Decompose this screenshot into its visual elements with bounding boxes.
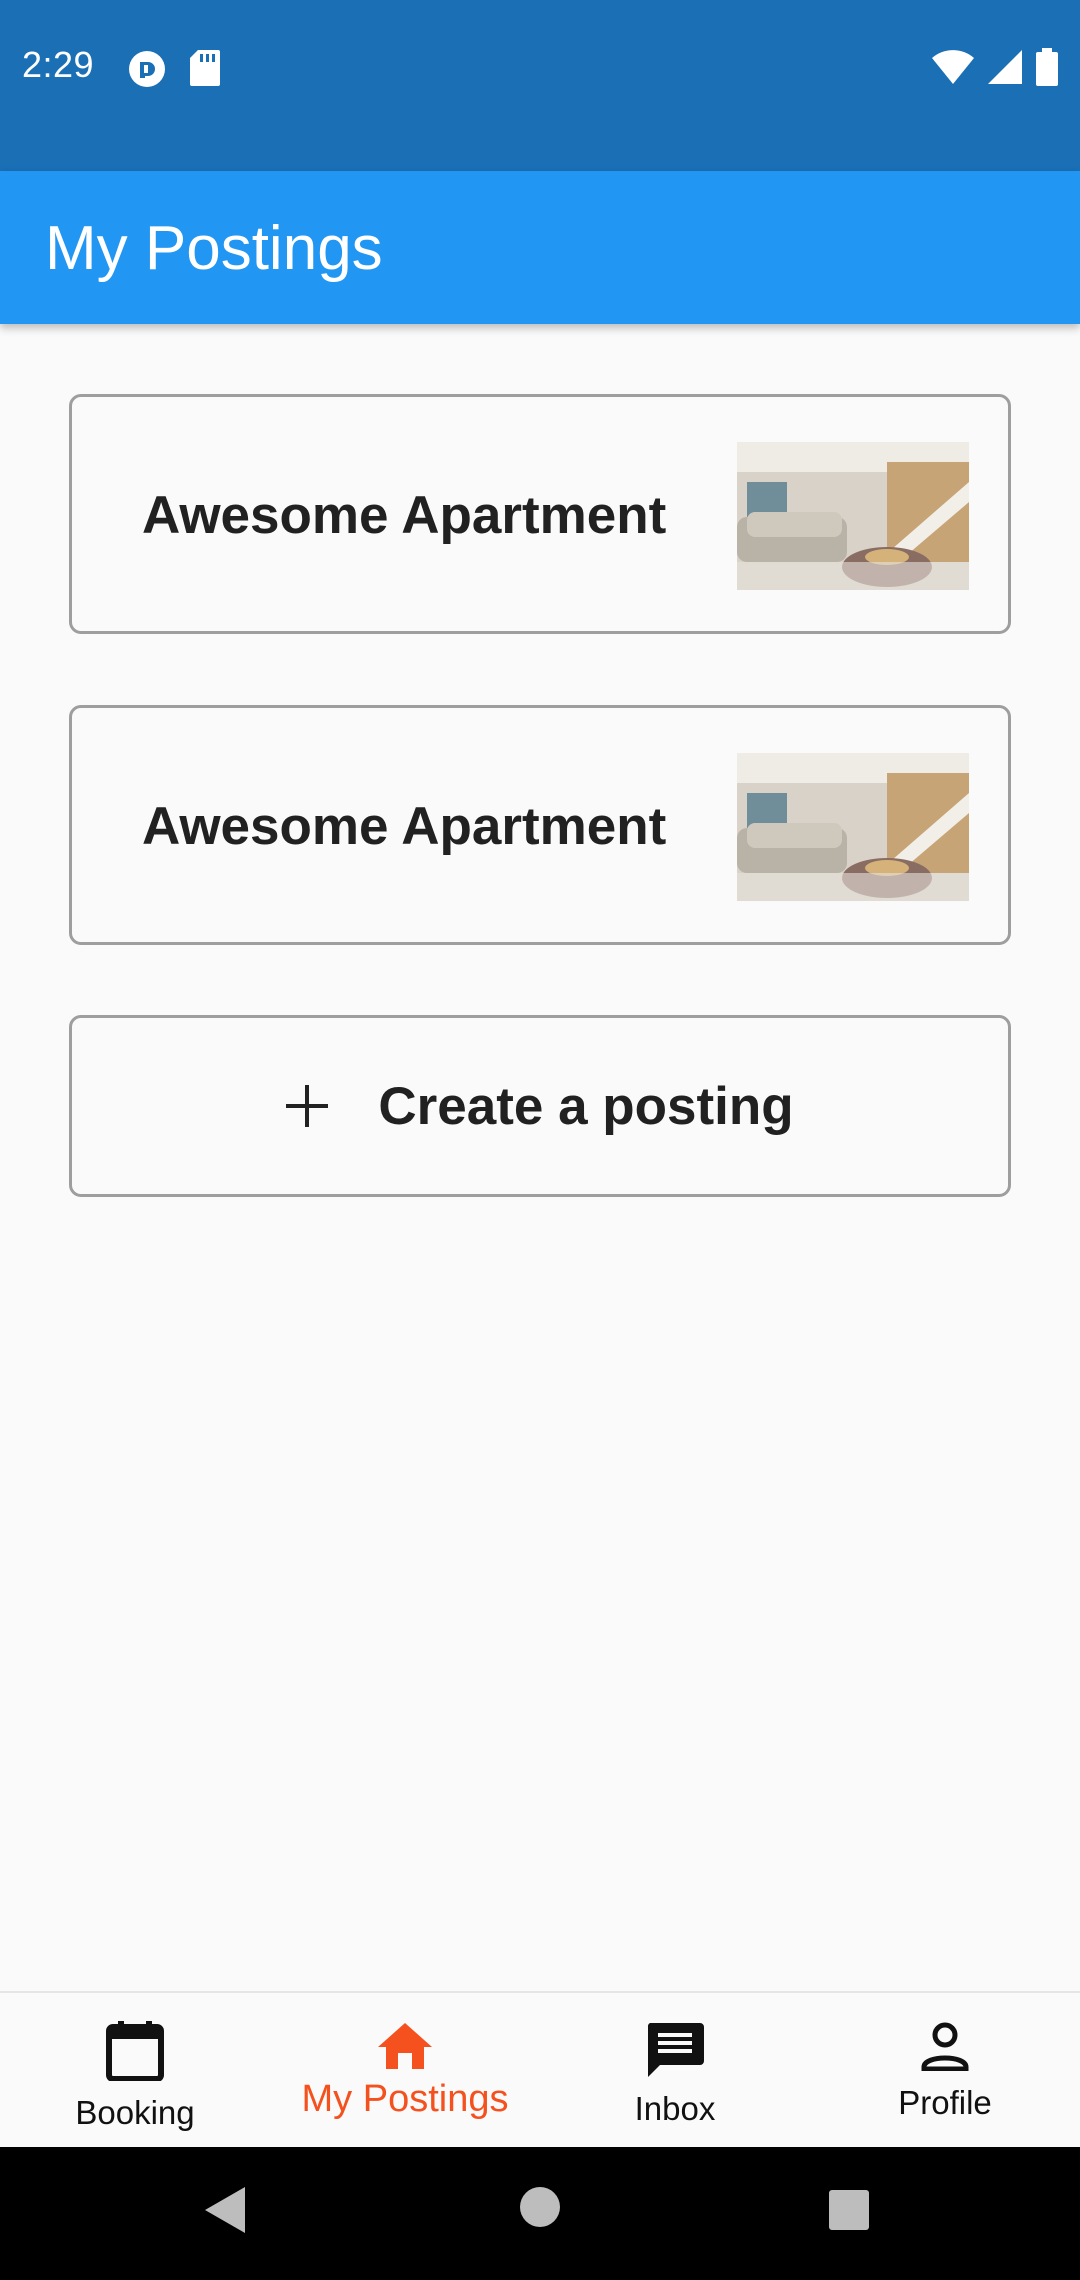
sd-card-icon bbox=[190, 50, 220, 93]
nav-label-my-postings: My Postings bbox=[301, 2078, 509, 2120]
nav-item-profile[interactable]: Profile bbox=[810, 1993, 1080, 2147]
apartment-thumbnail bbox=[737, 753, 969, 901]
status-time: 2:29 bbox=[22, 44, 95, 85]
back-icon[interactable] bbox=[205, 2187, 245, 2238]
cell-signal-icon bbox=[988, 50, 1022, 89]
nav-item-inbox[interactable]: Inbox bbox=[540, 1993, 810, 2147]
person-icon bbox=[920, 2021, 970, 2076]
nav-item-booking[interactable]: Booking bbox=[0, 1993, 270, 2147]
pocket-casts-icon bbox=[128, 50, 166, 93]
posting-card[interactable]: Awesome Apartment bbox=[69, 394, 1011, 634]
recents-icon[interactable] bbox=[829, 2190, 869, 2235]
message-icon bbox=[646, 2021, 704, 2082]
create-posting-button[interactable]: Create a posting bbox=[69, 1015, 1011, 1197]
wifi-icon bbox=[932, 50, 974, 89]
plus-icon bbox=[286, 1085, 329, 1127]
posting-card[interactable]: Awesome Apartment bbox=[69, 705, 1011, 945]
status-bar: 2:29 bbox=[0, 0, 1080, 171]
nav-label-booking: Booking bbox=[75, 2094, 195, 2131]
home-button-icon[interactable] bbox=[520, 2187, 560, 2232]
nav-item-my-postings[interactable]: My Postings bbox=[270, 1993, 540, 2147]
apartment-thumbnail bbox=[737, 442, 969, 590]
home-icon bbox=[376, 2021, 434, 2076]
app-bar: My Postings bbox=[0, 171, 1080, 324]
nav-label-inbox: Inbox bbox=[634, 2090, 716, 2127]
posting-title: Awesome Apartment bbox=[142, 486, 667, 545]
bottom-navigation: Booking My Postings Inbox Profile bbox=[0, 1991, 1080, 2147]
battery-icon bbox=[1036, 48, 1058, 91]
posting-title: Awesome Apartment bbox=[142, 797, 667, 856]
calendar-icon bbox=[106, 2021, 164, 2086]
nav-label-profile: Profile bbox=[898, 2084, 992, 2121]
create-posting-label: Create a posting bbox=[378, 1076, 794, 1136]
system-navigation-bar bbox=[0, 2147, 1080, 2280]
page-title: My Postings bbox=[45, 214, 383, 283]
